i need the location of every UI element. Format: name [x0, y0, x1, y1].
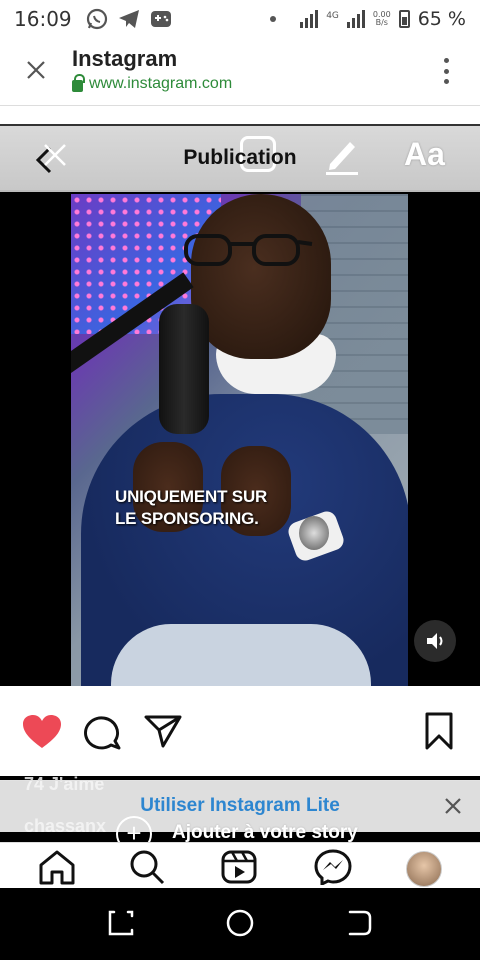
- status-bar: 16:09 4G 0.00 B/s 65 %: [0, 0, 480, 38]
- video-frame[interactable]: UNIQUEMENT SUR LE SPONSORING.: [71, 194, 408, 686]
- browser-url[interactable]: www.instagram.com: [72, 73, 233, 93]
- browser-menu-button[interactable]: [444, 58, 450, 84]
- back-button-icon[interactable]: [344, 908, 374, 938]
- lock-icon: [72, 73, 85, 92]
- dot: [444, 79, 449, 84]
- url-text: www.instagram.com: [89, 75, 233, 92]
- whatsapp-icon: [86, 8, 107, 30]
- comment-icon[interactable]: [84, 714, 122, 750]
- microphone: [159, 304, 209, 434]
- recent-apps-icon[interactable]: [106, 908, 136, 938]
- battery-percent: 65 %: [417, 8, 466, 30]
- text-tool-button[interactable]: Aa: [404, 136, 445, 173]
- speaker-icon: [427, 633, 443, 649]
- reels-icon[interactable]: [220, 849, 258, 885]
- dot: [444, 68, 449, 74]
- close-icon: [27, 61, 45, 79]
- like-heart-icon[interactable]: [22, 714, 62, 750]
- browser-tab-bar: Instagram www.instagram.com: [0, 38, 480, 106]
- pen-icon[interactable]: [324, 136, 360, 176]
- browser-title: Instagram: [72, 46, 178, 71]
- video-caption: UNIQUEMENT SUR LE SPONSORING.: [115, 486, 267, 530]
- gamepad-icon: [150, 11, 171, 27]
- signal-icon-2: [346, 10, 365, 28]
- wrist-watch: [299, 516, 329, 550]
- status-time: 16:09: [14, 7, 72, 31]
- network-type: 4G: [326, 11, 339, 21]
- share-paper-plane-icon[interactable]: [144, 714, 182, 748]
- caption-line-1: UNIQUEMENT SUR: [115, 487, 268, 506]
- mute-button[interactable]: [414, 620, 456, 662]
- close-tab-button[interactable]: [22, 56, 50, 84]
- network-speed-unit: B/s: [375, 18, 388, 27]
- profile-avatar[interactable]: [406, 851, 442, 887]
- notification-icons: [86, 8, 172, 30]
- telegram-icon: [118, 10, 139, 28]
- dot: [444, 58, 449, 63]
- bookmark-icon[interactable]: [424, 712, 454, 750]
- caption-line-2: LE SPONSORING.: [115, 509, 259, 528]
- search-icon[interactable]: [128, 849, 166, 885]
- post-actions: [0, 686, 480, 776]
- signal-icon: [300, 10, 319, 28]
- jeans: [111, 624, 371, 686]
- home-icon[interactable]: [38, 849, 76, 885]
- messenger-icon[interactable]: [314, 849, 352, 885]
- status-right: 4G 0.00 B/s 65 %: [270, 8, 466, 30]
- post-header: Publication Aa: [0, 126, 480, 192]
- video-container[interactable]: UNIQUEMENT SUR LE SPONSORING.: [0, 192, 480, 686]
- battery-icon: [398, 10, 410, 28]
- android-nav-bar: [0, 888, 480, 960]
- dot-indicator: [270, 16, 277, 22]
- page-edge: [0, 106, 480, 126]
- add-story-label[interactable]: Ajouter à votre story: [172, 822, 358, 844]
- glasses: [184, 234, 313, 266]
- network-speed: 0.00 B/s: [373, 11, 391, 27]
- bottom-nav: [0, 842, 480, 888]
- home-button-icon[interactable]: [225, 908, 255, 938]
- person-head: [191, 194, 331, 359]
